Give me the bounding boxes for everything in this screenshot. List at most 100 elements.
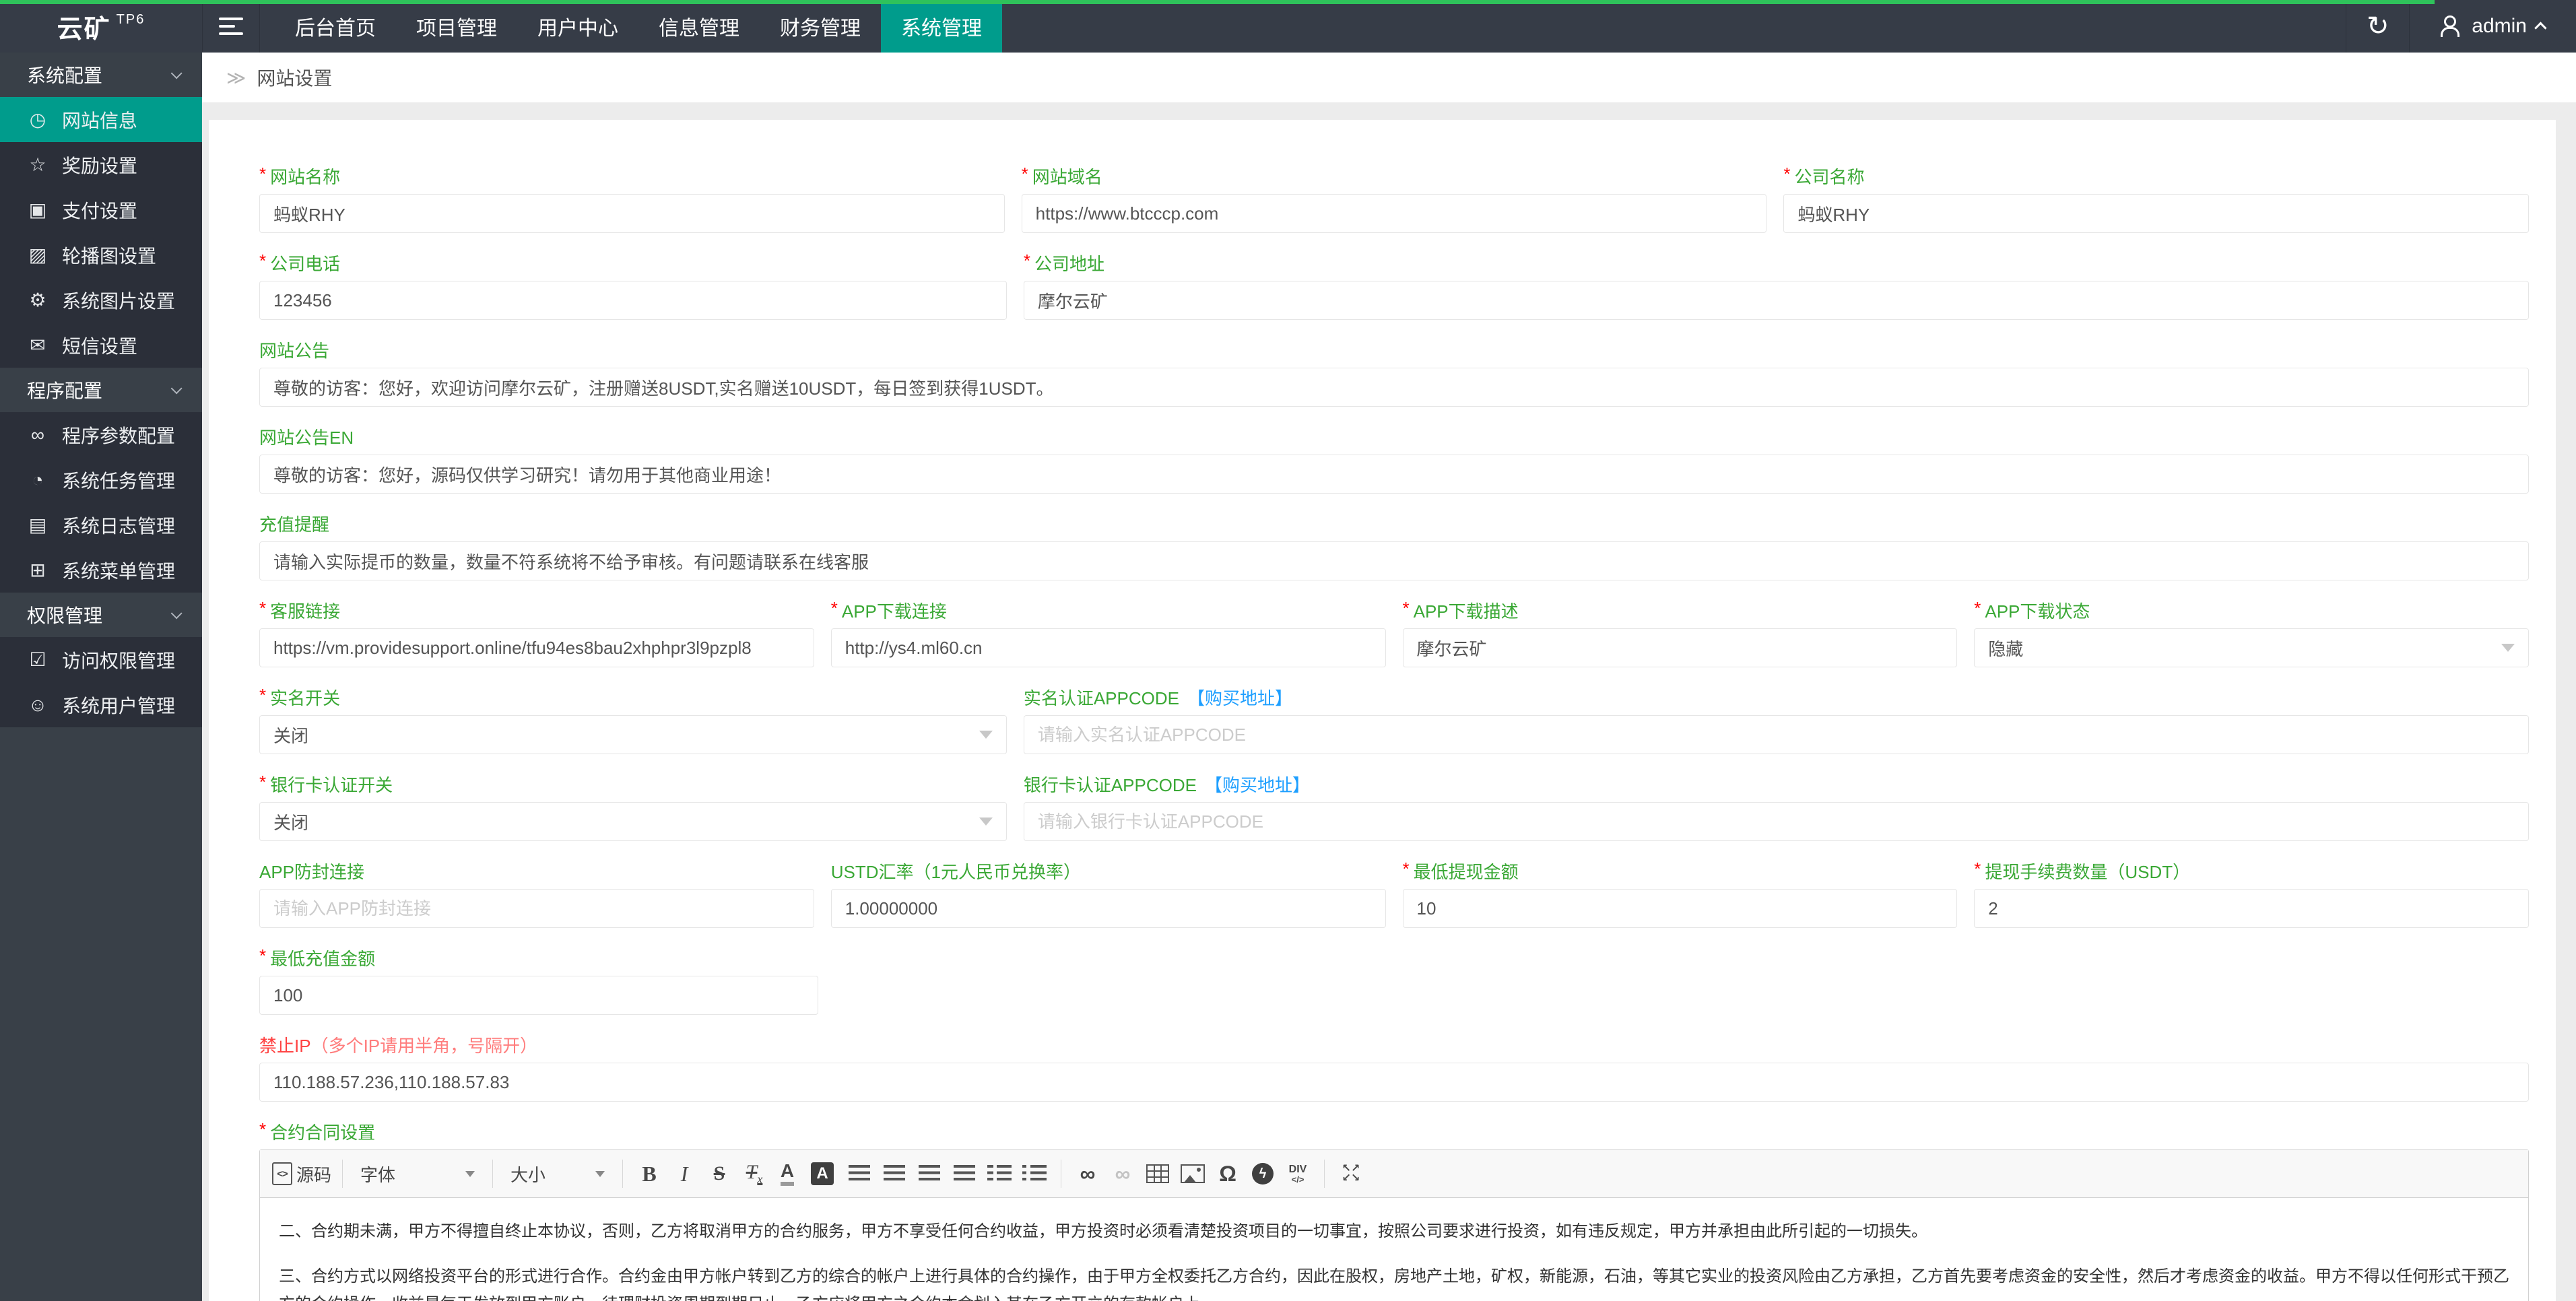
- buy-address-link[interactable]: 【购买地址】: [1205, 775, 1310, 795]
- refresh-button[interactable]: ↻: [2346, 0, 2409, 53]
- font-size-dropdown[interactable]: 大小: [504, 1162, 612, 1187]
- remove-format-button[interactable]: Tx: [739, 1158, 770, 1189]
- sidebar-group-system-config[interactable]: 系统配置: [0, 53, 202, 97]
- required-asterisk: *: [1023, 251, 1030, 271]
- company-address-input[interactable]: [1023, 281, 2529, 320]
- italic-button[interactable]: I: [669, 1158, 700, 1189]
- sidebar-item-system-users[interactable]: ☺ 系统用户管理: [0, 682, 202, 727]
- bold-button[interactable]: B: [634, 1158, 665, 1189]
- nav-item-system[interactable]: 系统管理: [881, 0, 1002, 53]
- image-icon: ▨: [28, 244, 47, 265]
- contract-paragraph: 二、合约期未满，甲方不得擅自终止本协议，否则，乙方将取消甲方的合约服务，甲方不享…: [279, 1222, 1927, 1240]
- dropdown-arrow-icon: [465, 1170, 475, 1177]
- withdraw-fee-input[interactable]: [1974, 889, 2529, 928]
- sidebar-item-carousel-settings[interactable]: ▨ 轮播图设置: [0, 232, 202, 277]
- sidebar-item-sms-settings[interactable]: ✉ 短信设置: [0, 323, 202, 368]
- min-withdraw-input[interactable]: [1402, 889, 1958, 928]
- sidebar-group-program-config[interactable]: 程序配置: [0, 368, 202, 412]
- special-char-button[interactable]: Ω: [1212, 1158, 1243, 1189]
- sidebar-item-site-info[interactable]: ◷ 网站信息: [0, 97, 202, 142]
- app-download-desc-input[interactable]: [1402, 628, 1958, 667]
- page-loading-bar: [0, 0, 2435, 4]
- font-dropdown[interactable]: 字体: [354, 1162, 482, 1187]
- sidebar-item-system-logs[interactable]: ▤ 系统日志管理: [0, 502, 202, 547]
- link-button[interactable]: ∞: [1072, 1158, 1103, 1189]
- realname-appcode-input[interactable]: [1023, 715, 2529, 754]
- chevron-down-icon: [170, 67, 183, 79]
- top-header: 云矿 TP6 后台首页 项目管理 用户中心 信息管理 财务管理 系统管理 ↻ a…: [0, 0, 2576, 53]
- field-bankcard-switch: * 银行卡认证开关 关闭: [259, 772, 1007, 841]
- field-app-download-status: * APP下载状态 隐藏: [1974, 598, 2529, 667]
- field-bankcard-appcode: 银行卡认证APPCODE 【购买地址】: [1023, 775, 2529, 841]
- sidebar-item-program-params[interactable]: ∞ 程序参数配置: [0, 412, 202, 457]
- field-service-link: * 客服链接: [259, 598, 814, 667]
- refresh-icon: ↻: [2367, 11, 2389, 41]
- required-asterisk: *: [1974, 598, 1981, 618]
- site-notice-en-input[interactable]: [259, 455, 2529, 494]
- required-asterisk: *: [1783, 164, 1791, 184]
- nav-item-info[interactable]: 信息管理: [638, 0, 760, 53]
- dropdown-arrow-icon: [595, 1170, 605, 1177]
- align-left-icon: [849, 1164, 871, 1183]
- source-button[interactable]: <> 源码: [272, 1158, 331, 1189]
- background-color-button[interactable]: A: [809, 1158, 840, 1189]
- nav-item-dashboard[interactable]: 后台首页: [275, 0, 396, 53]
- maximize-button[interactable]: ↖ ↗ ↙ ↘: [1335, 1158, 1366, 1189]
- sidebar-item-system-menus[interactable]: ⊞ 系统菜单管理: [0, 547, 202, 593]
- usdt-rate-input[interactable]: [830, 889, 1386, 928]
- recharge-tip-input[interactable]: [259, 541, 2529, 580]
- user-menu[interactable]: admin: [2409, 0, 2576, 53]
- site-name-input[interactable]: [259, 194, 1005, 233]
- bankcard-appcode-input[interactable]: [1023, 802, 2529, 841]
- field-min-recharge: * 最低充值金额: [259, 945, 818, 1015]
- app-antiblock-input[interactable]: [259, 889, 814, 928]
- nav-item-finance[interactable]: 财务管理: [760, 0, 881, 53]
- breadcrumb-arrow-icon: ≫: [226, 67, 246, 88]
- ordered-list-button[interactable]: [984, 1158, 1015, 1189]
- service-link-input[interactable]: [259, 628, 814, 667]
- company-name-input[interactable]: [1783, 194, 2529, 233]
- site-notice-input[interactable]: [259, 368, 2529, 407]
- sidebar-toggle-button[interactable]: [202, 0, 260, 53]
- editor-content[interactable]: 二、合约期未满，甲方不得擅自终止本协议，否则，乙方将取消甲方的合约服务，甲方不享…: [260, 1198, 2528, 1301]
- app-download-link-input[interactable]: [830, 628, 1386, 667]
- app-download-status-select[interactable]: 隐藏: [1974, 628, 2529, 667]
- sidebar-item-system-images[interactable]: ⚙ 系统图片设置: [0, 277, 202, 323]
- chevron-down-icon: [170, 607, 183, 620]
- unordered-list-button[interactable]: [1019, 1158, 1050, 1189]
- field-company-name: * 公司名称: [1783, 164, 2529, 233]
- hamburger-icon: [219, 18, 243, 35]
- banned-ip-input[interactable]: [259, 1063, 2529, 1102]
- align-center-button[interactable]: [879, 1158, 910, 1189]
- site-domain-input[interactable]: [1021, 194, 1767, 233]
- unlink-button[interactable]: ∞: [1107, 1158, 1138, 1189]
- min-recharge-input[interactable]: [259, 976, 818, 1015]
- text-color-button[interactable]: A: [774, 1158, 805, 1189]
- table-button[interactable]: [1142, 1158, 1173, 1189]
- sidebar-item-system-tasks[interactable]: ◔ 系统任务管理: [0, 457, 202, 502]
- company-phone-input[interactable]: [259, 281, 1007, 320]
- field-realname-appcode: 实名认证APPCODE 【购买地址】: [1023, 688, 2529, 754]
- realname-switch-select[interactable]: 关闭: [259, 715, 1007, 754]
- field-app-download-desc: * APP下载描述: [1402, 598, 1958, 667]
- app-logo: 云矿 TP6: [57, 11, 145, 44]
- align-justify-button[interactable]: [949, 1158, 980, 1189]
- sidebar-item-access-permissions[interactable]: ☑ 访问权限管理: [0, 637, 202, 682]
- align-right-icon: [919, 1164, 941, 1183]
- field-recharge-tip: 充值提醒: [259, 514, 2529, 580]
- buy-address-link[interactable]: 【购买地址】: [1187, 688, 1292, 708]
- sidebar-item-payment-settings[interactable]: ▣ 支付设置: [0, 187, 202, 232]
- div-container-button[interactable]: DIV </>: [1282, 1158, 1313, 1189]
- dropdown-arrow-icon: [979, 818, 993, 826]
- align-right-button[interactable]: [914, 1158, 945, 1189]
- image-button[interactable]: [1177, 1158, 1208, 1189]
- nav-item-projects[interactable]: 项目管理: [396, 0, 517, 53]
- strikethrough-button[interactable]: S: [704, 1158, 735, 1189]
- sidebar-item-reward-settings[interactable]: ☆ 奖励设置: [0, 142, 202, 187]
- nav-item-user-center[interactable]: 用户中心: [517, 0, 638, 53]
- align-left-button[interactable]: [844, 1158, 875, 1189]
- sidebar-group-permissions[interactable]: 权限管理: [0, 593, 202, 637]
- flash-button[interactable]: ϟ: [1247, 1158, 1278, 1189]
- bankcard-switch-select[interactable]: 关闭: [259, 802, 1007, 841]
- image-icon: [1181, 1164, 1206, 1183]
